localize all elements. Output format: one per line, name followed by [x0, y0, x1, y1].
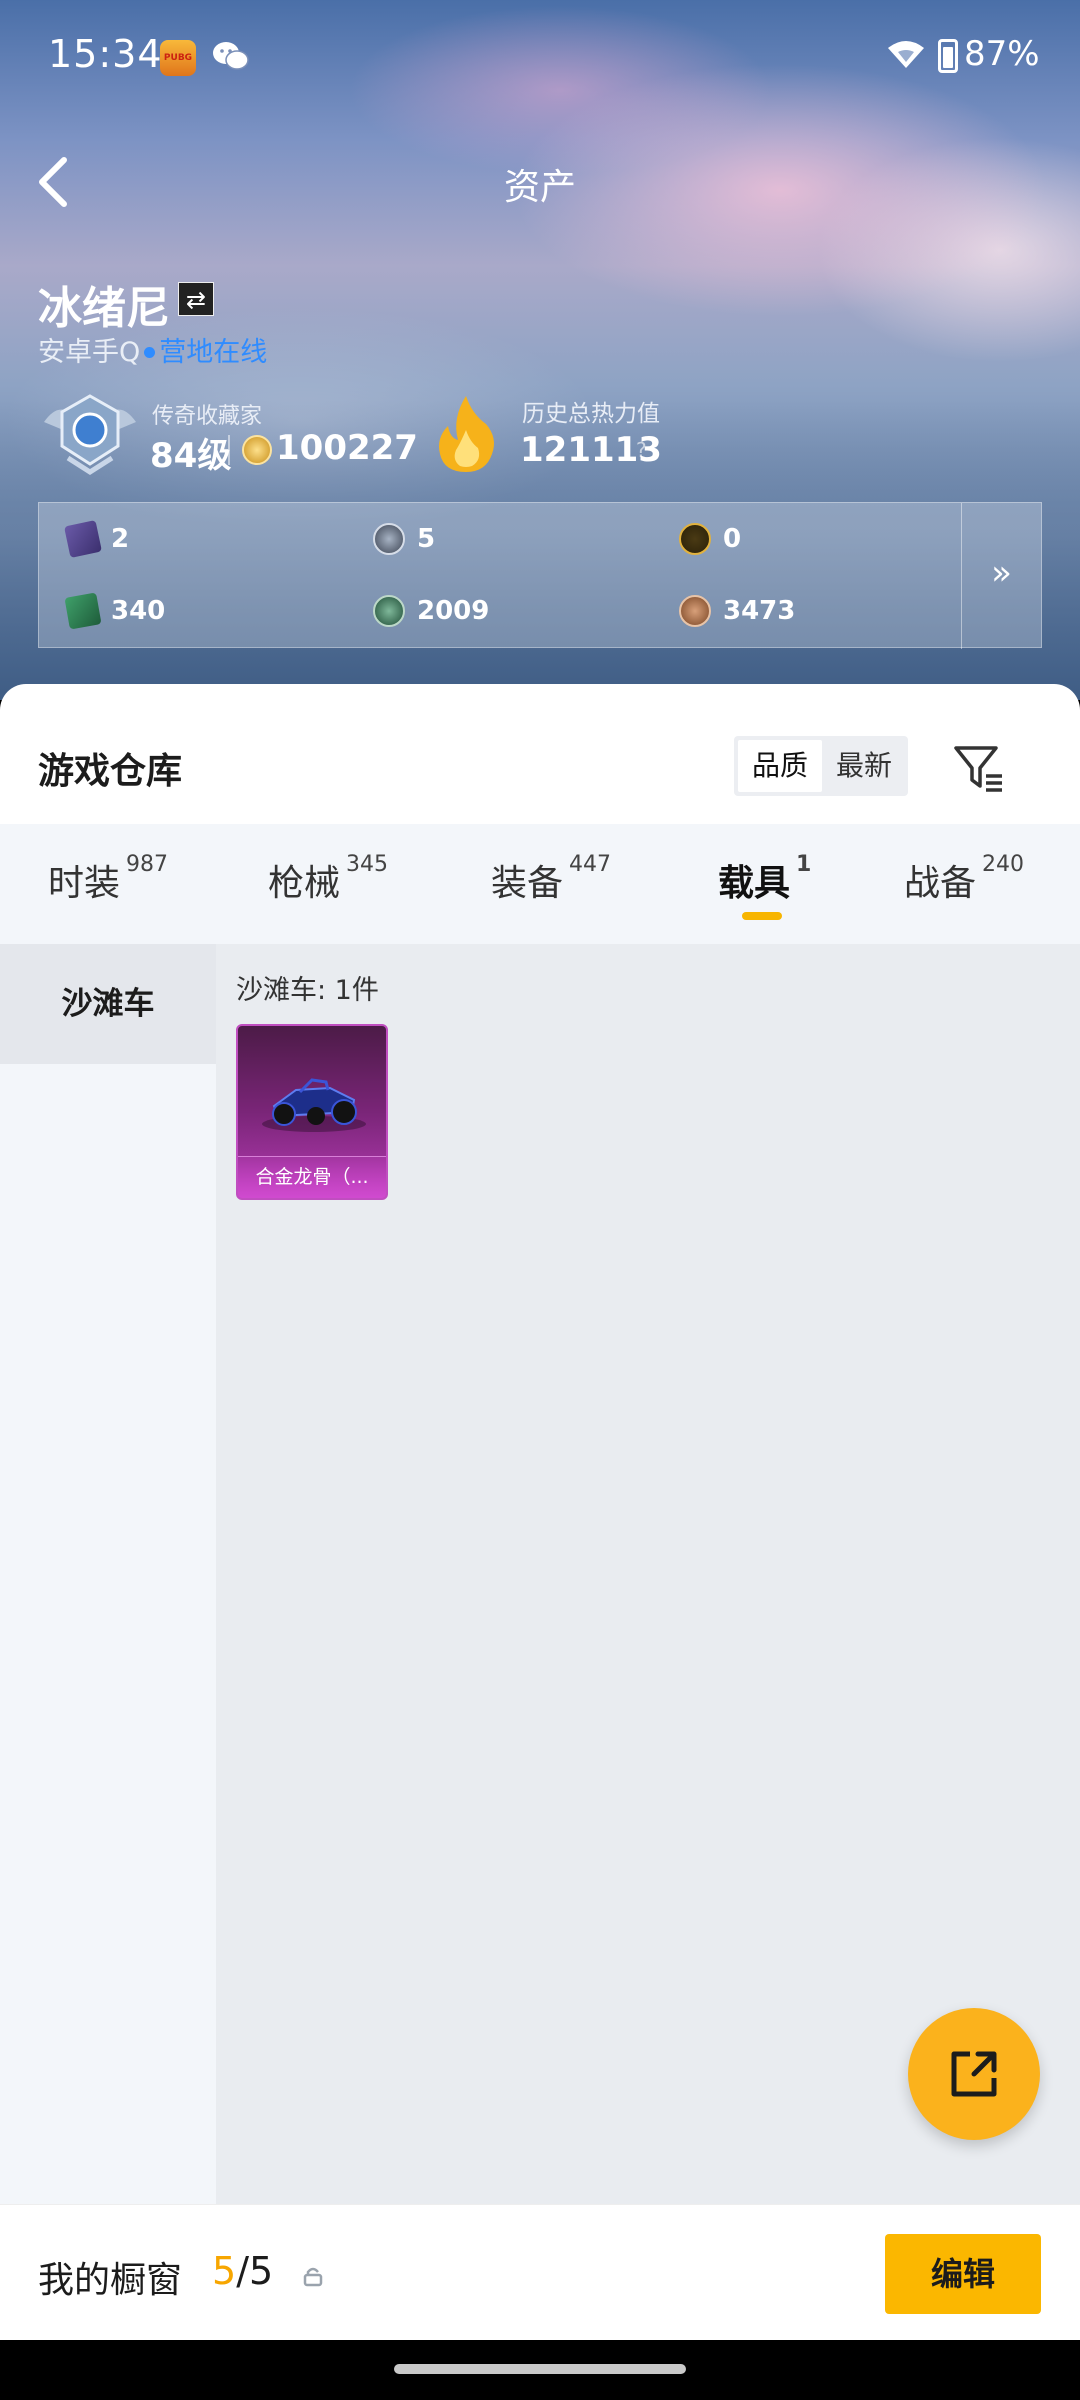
subcategory-sidebar: 沙滩车 [0, 944, 216, 2204]
filter-icon[interactable] [950, 740, 1006, 796]
edit-button[interactable]: 编辑 [885, 2234, 1041, 2314]
help-icon[interactable]: ? [636, 438, 647, 462]
tab-supplies[interactable]: 战备 240 [904, 852, 1025, 906]
stats-more-button[interactable]: » [961, 503, 1041, 649]
stat-item: 5 [373, 519, 435, 559]
status-time: 15:34 [48, 32, 163, 76]
switch-account-icon[interactable]: ⇄ [178, 282, 214, 316]
tab-label: 装备 [491, 863, 564, 904]
collector-level: 84级 [150, 436, 232, 476]
tab-count: 345 [346, 852, 389, 877]
battery-icon [938, 39, 958, 73]
stat-value: 5 [417, 524, 436, 554]
collector-badge-icon[interactable] [38, 392, 142, 476]
tab-count: 1 [796, 852, 812, 877]
tab-count: 987 [126, 852, 169, 877]
home-gesture-handle[interactable] [394, 2364, 686, 2374]
online-dot-icon [144, 347, 156, 358]
asset-stats-panel: 2 5 0 340 2009 3473 » [38, 502, 1042, 649]
tab-guns[interactable]: 枪械 345 [268, 852, 389, 906]
sidebar-item-beach-buggy[interactable]: 沙滩车 [0, 944, 216, 1064]
showcase-total: /5 [236, 2249, 274, 2293]
game-app-icon: PUBG [160, 40, 196, 76]
player-subline: 安卓手Q 营地在线 [38, 330, 267, 369]
tab-fashion[interactable]: 时装 987 [48, 852, 169, 906]
system-nav-bar [0, 2340, 1080, 2400]
stat-value: 2009 [417, 596, 490, 626]
share-button[interactable] [908, 2008, 1040, 2140]
wechat-icon [212, 40, 250, 80]
showcase-count: 5/5 [212, 2249, 273, 2293]
stat-value: 3473 [723, 596, 796, 626]
category-count: 沙滩车: 1件 [236, 975, 379, 1006]
coin-icon [242, 435, 272, 465]
gold-token-icon [679, 523, 711, 555]
page-title: 资产 [503, 167, 576, 208]
lock-icon [302, 2265, 324, 2293]
stat-item: 2 [64, 519, 130, 559]
battery-percent: 87% [964, 34, 1040, 74]
divider [228, 435, 230, 465]
warehouse-sheet: 游戏仓库 品质 最新 时装 987 枪械 345 装备 447 载具 1 战备 240 沙… [0, 684, 1080, 2400]
sort-latest-option[interactable]: 最新 [822, 740, 906, 792]
tab-vehicles[interactable]: 载具 1 [718, 852, 812, 906]
sort-quality-option[interactable]: 品质 [738, 740, 822, 792]
stat-value: 0 [723, 524, 742, 554]
bronze-coin-icon [679, 595, 711, 627]
showcase-current: 5 [212, 2249, 237, 2293]
green-coin-icon [373, 595, 405, 627]
flame-icon [432, 394, 500, 474]
collector-title: 传奇收藏家 [152, 404, 263, 429]
sort-toggle: 品质 最新 [734, 736, 908, 796]
tab-equipment[interactable]: 装备 447 [491, 852, 612, 906]
stat-item: 0 [679, 519, 741, 559]
tab-label: 载具 [718, 863, 791, 904]
dark-token-icon [373, 523, 405, 555]
coin-count: 100227 [276, 428, 418, 468]
tab-count: 240 [982, 852, 1025, 877]
tab-label: 枪械 [268, 863, 341, 904]
stat-value: 340 [111, 596, 166, 626]
tab-label: 时装 [48, 863, 121, 904]
online-status: 营地在线 [159, 337, 268, 368]
platform-label: 安卓手Q [38, 337, 141, 368]
stat-value: 2 [111, 524, 130, 554]
showcase-label: 我的橱窗 [38, 2260, 183, 2301]
warehouse-title: 游戏仓库 [38, 751, 183, 792]
player-name: 冰绪尼 [38, 283, 170, 334]
purple-card-icon [64, 520, 102, 558]
stat-item: 3473 [679, 591, 795, 631]
heat-title: 历史总热力值 [522, 401, 660, 427]
stat-item: 2009 [373, 591, 489, 631]
tab-label: 战备 [904, 863, 977, 904]
green-card-icon [64, 592, 102, 630]
category-tabs: 时装 987 枪械 345 装备 447 载具 1 战备 240 [0, 824, 1080, 944]
external-link-icon [951, 2051, 997, 2097]
wifi-icon [886, 38, 926, 79]
tab-count: 447 [569, 852, 612, 877]
item-card[interactable]: 合金龙骨（... [236, 1024, 388, 1200]
item-name: 合金龙骨（... [238, 1156, 386, 1198]
status-bar: 15:34 PUBG 87% [0, 0, 1080, 110]
stat-item: 340 [64, 591, 166, 631]
showcase-bar: 我的橱窗 5/5 编辑 [0, 2204, 1080, 2344]
buggy-vehicle-icon [262, 1078, 366, 1132]
active-tab-indicator [742, 912, 782, 920]
